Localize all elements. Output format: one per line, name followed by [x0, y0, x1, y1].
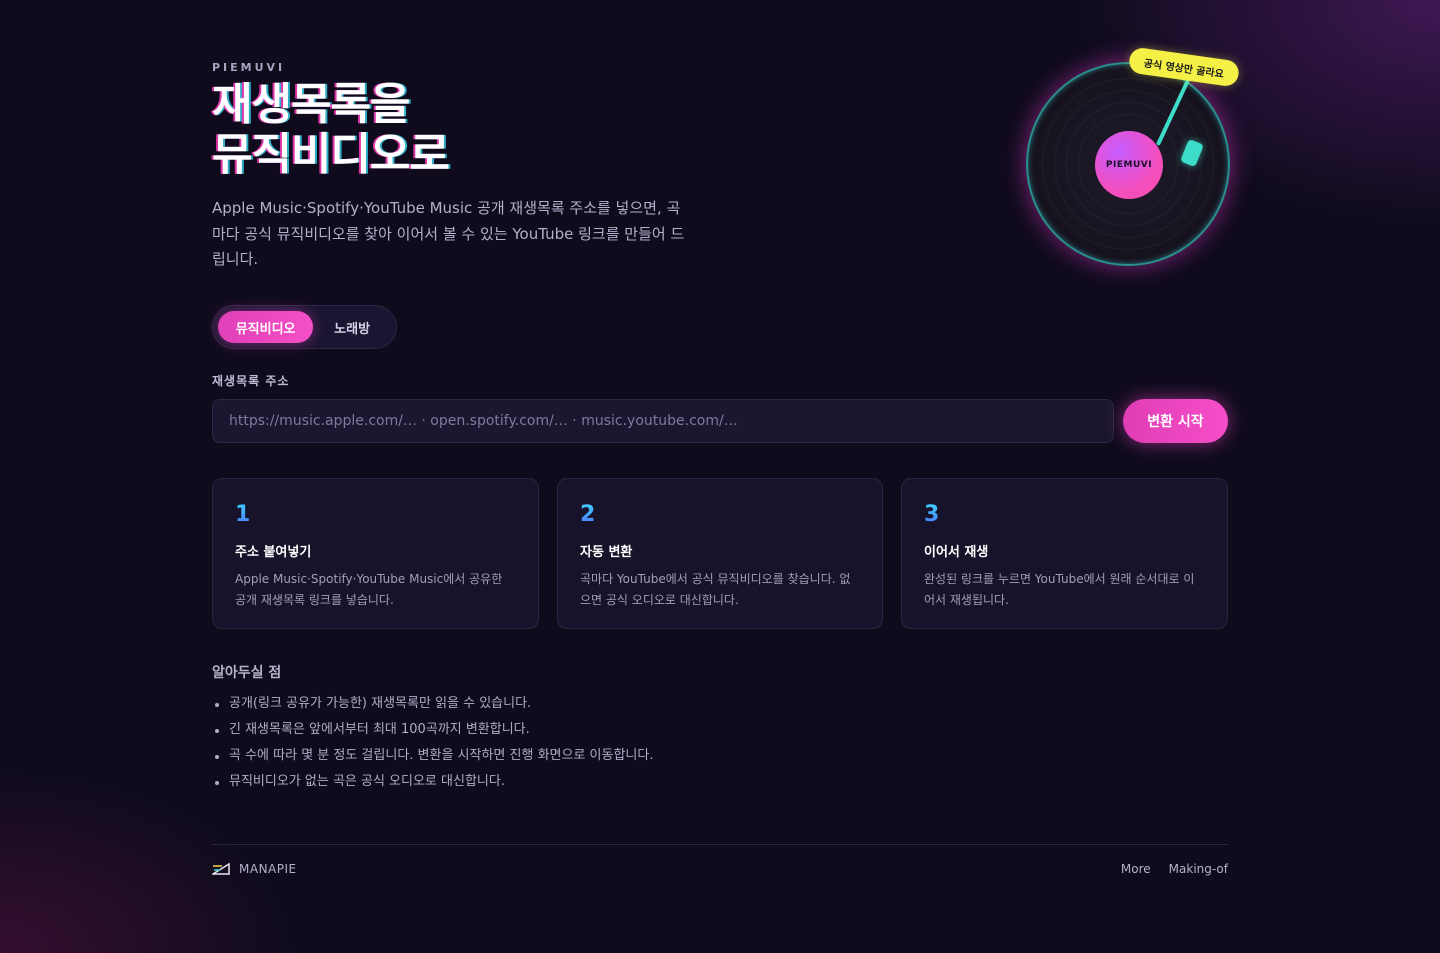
playlist-url-label: 재생목록 주소	[212, 374, 290, 388]
hero-description: Apple Music·Spotify·YouTube Music 공개 재생목…	[212, 199, 685, 268]
playlist-url-input[interactable]	[212, 399, 1114, 443]
notes-list: 공개(링크 공유가 가능한) 재생목록만 읽을 수 있습니다. 긴 재생목록은 …	[212, 691, 653, 795]
step-title: 주소 붙여넣기	[235, 545, 312, 560]
step-title: 이어서 재생	[924, 545, 989, 560]
step-card-1: 1 주소 붙여넣기 Apple Music·Spotify·YouTube Mu…	[212, 478, 539, 629]
step-body: Apple Music·Spotify·YouTube Music에서 공유한 …	[235, 572, 503, 607]
hero-title-line1: 재생목록을	[212, 79, 410, 130]
brand-label: PIEMUVI	[212, 61, 286, 74]
step-body: 곡마다 YouTube에서 공식 뮤직비디오를 찾습니다. 없으면 공식 오디오…	[580, 572, 851, 607]
footer-logo-text: MANAPIE	[239, 862, 297, 876]
manapie-logo-icon	[212, 862, 230, 875]
step-number: 3	[924, 501, 1205, 529]
start-convert-button[interactable]: 변환 시작	[1123, 399, 1228, 443]
footer-link-more[interactable]: More	[1121, 862, 1151, 876]
note-item: 뮤직비디오가 없는 곡은 공식 오디오로 대신합니다.	[212, 769, 653, 795]
mode-music-video-button[interactable]: 뮤직비디오	[218, 311, 314, 343]
footer-divider	[212, 844, 1228, 845]
note-item: 곡 수에 따라 몇 분 정도 걸립니다. 변환을 시작하면 진행 화면으로 이동…	[212, 743, 653, 769]
step-card-3: 3 이어서 재생 완성된 링크를 누르면 YouTube에서 원래 순서대로 이…	[901, 478, 1228, 629]
hero-title: 재생목록을 뮤직비디오로	[212, 79, 450, 180]
footer-logo[interactable]: MANAPIE	[212, 862, 297, 876]
hero-title-line2: 뮤직비디오로	[212, 129, 450, 180]
step-number: 1	[235, 501, 516, 529]
mode-karaoke-button[interactable]: 노래방	[313, 311, 391, 343]
vinyl-label-text: PIEMUVI	[1105, 160, 1153, 170]
step-title: 자동 변환	[580, 545, 633, 560]
notes-title: 알아두실 점	[212, 665, 282, 681]
mode-toggle: 뮤직비디오 노래방	[212, 305, 397, 349]
step-number: 2	[580, 501, 860, 529]
note-item: 긴 재생목록은 앞에서부터 최대 100곡까지 변환합니다.	[212, 717, 653, 743]
vinyl-center-label: PIEMUVI	[1095, 131, 1163, 199]
footer-links: More Making-of	[1121, 862, 1228, 876]
vinyl-record-illustration: PIEMUVI	[1026, 62, 1230, 266]
footer-link-making-of[interactable]: Making-of	[1169, 862, 1228, 876]
note-item: 공개(링크 공유가 가능한) 재생목록만 읽을 수 있습니다.	[212, 691, 653, 717]
step-card-2: 2 자동 변환 곡마다 YouTube에서 공식 뮤직비디오를 찾습니다. 없으…	[557, 478, 883, 629]
step-body: 완성된 링크를 누르면 YouTube에서 원래 순서대로 이어서 재생됩니다.	[924, 572, 1195, 607]
